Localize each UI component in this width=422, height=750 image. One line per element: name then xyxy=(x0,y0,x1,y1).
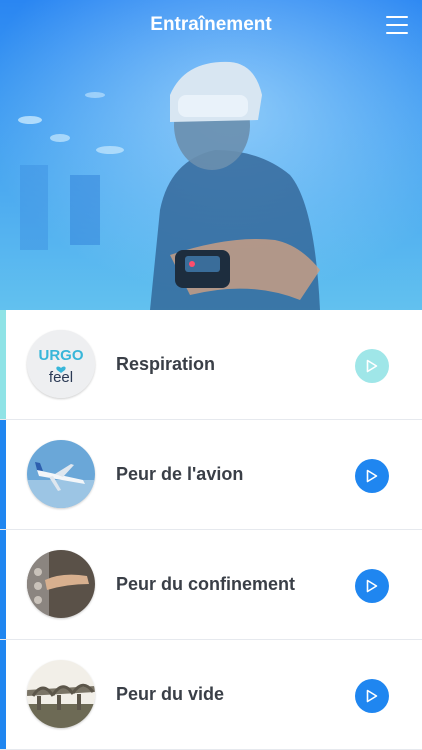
list-item-fear-of-flying[interactable]: Peur de l'avion xyxy=(0,420,422,530)
urgo-feel-logo: URGO feel xyxy=(27,330,95,398)
item-accent-bar xyxy=(0,310,6,419)
elevator-thumbnail xyxy=(27,550,95,618)
top-bar: Entraînement xyxy=(0,0,422,52)
play-button[interactable] xyxy=(355,679,389,713)
list-item-confinement[interactable]: Peur du confinement xyxy=(0,530,422,640)
play-icon xyxy=(366,579,378,593)
item-label: Respiration xyxy=(116,354,216,374)
item-label: Peur du vide xyxy=(116,684,225,704)
play-icon xyxy=(366,359,378,373)
item-label: Peur du confinement xyxy=(116,574,296,594)
page-title: Entraînement xyxy=(150,14,272,35)
hamburger-menu-icon[interactable] xyxy=(386,16,408,34)
item-label: Peur de l'avion xyxy=(116,464,244,484)
list-item-respiration[interactable]: URGO feel Respiration xyxy=(0,310,422,420)
play-button[interactable] xyxy=(355,569,389,603)
logo-text-urgo: URGO xyxy=(39,347,84,364)
item-accent-bar xyxy=(0,640,6,749)
play-button[interactable] xyxy=(355,349,389,383)
list-item-heights[interactable]: Peur du vide xyxy=(0,640,422,750)
item-accent-bar xyxy=(0,420,6,529)
airplane-thumbnail xyxy=(27,440,95,508)
hero-banner: Entraînement xyxy=(0,0,422,310)
bridge-thumbnail xyxy=(27,660,95,728)
play-button[interactable] xyxy=(355,459,389,493)
play-icon xyxy=(366,469,378,483)
item-accent-bar xyxy=(0,530,6,639)
training-list: URGO feel Respiration Peur de l'avion Pe… xyxy=(0,310,422,750)
play-icon xyxy=(366,689,378,703)
